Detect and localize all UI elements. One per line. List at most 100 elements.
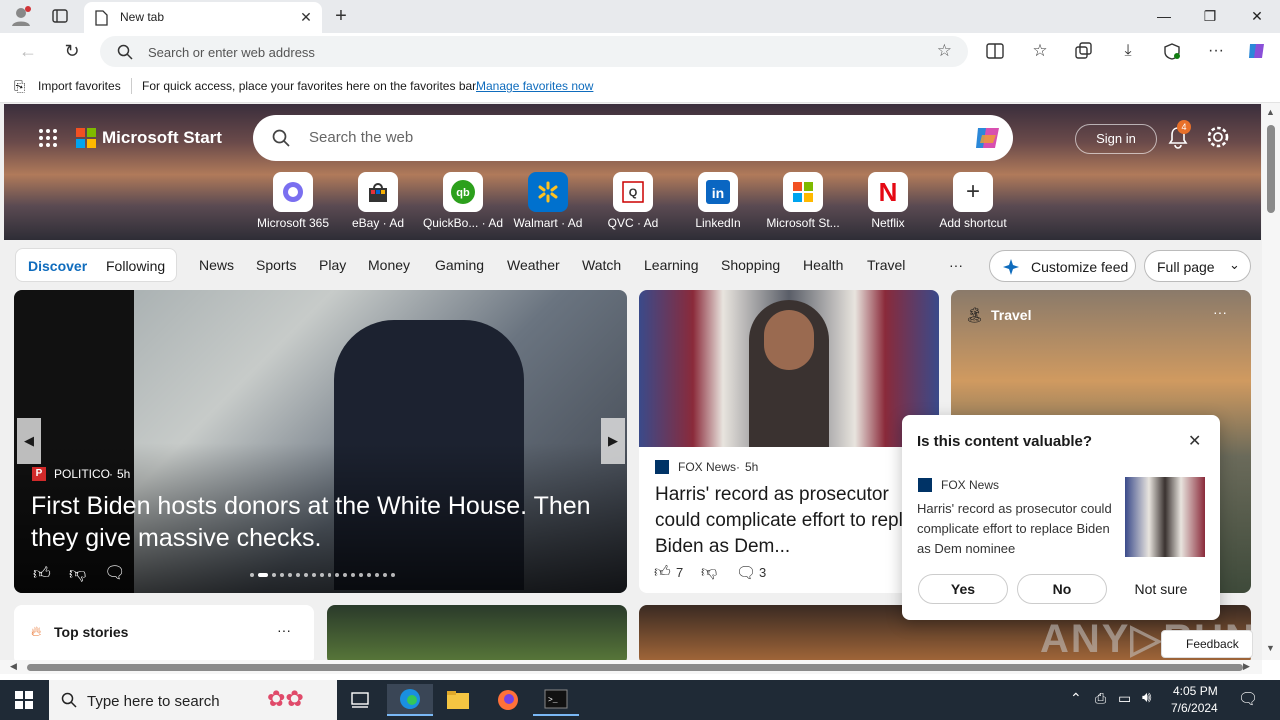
new-tab-button[interactable]: + <box>330 5 352 27</box>
carousel-dot[interactable] <box>295 573 300 577</box>
carousel-dot[interactable] <box>257 573 268 577</box>
tab-actions-icon[interactable] <box>50 6 72 26</box>
browser-essentials-icon[interactable] <box>1159 39 1185 63</box>
carousel-dot[interactable] <box>359 573 364 577</box>
carousel-dot[interactable] <box>279 573 284 577</box>
like-icon[interactable]: 👍︎ <box>654 563 671 582</box>
shortcut-microsoft-store[interactable]: Microsoft St... <box>761 172 845 230</box>
carousel-prev-button[interactable]: ◀ <box>17 418 41 464</box>
like-icon[interactable]: 👍︎ <box>33 563 51 584</box>
horizontal-scrollbar[interactable]: ◀ ▶ <box>0 660 1262 674</box>
carousel-dot[interactable] <box>311 573 316 577</box>
nav-item-shopping[interactable]: Shopping <box>721 257 780 273</box>
device-icon[interactable]: ⎙ <box>1095 690 1106 707</box>
nav-item-sports[interactable]: Sports <box>256 257 296 273</box>
carousel-dot[interactable] <box>303 573 308 577</box>
carousel-dot[interactable] <box>351 573 356 577</box>
app-launcher-icon[interactable] <box>38 128 58 151</box>
chevron-up-icon[interactable]: ⌃ <box>1070 690 1082 707</box>
volume-icon[interactable]: 🔊︎ <box>1142 689 1151 706</box>
split-screen-icon[interactable] <box>982 39 1008 63</box>
tab-discover[interactable]: Discover <box>28 258 87 274</box>
nav-item-play[interactable]: Play <box>319 257 346 273</box>
carousel-dot[interactable] <box>383 573 388 577</box>
refresh-button[interactable]: ↻ <box>59 39 85 63</box>
carousel-dot[interactable] <box>367 573 372 577</box>
yes-button[interactable]: Yes <box>918 574 1008 604</box>
carousel-dot[interactable] <box>271 573 276 577</box>
nav-item-travel[interactable]: Travel <box>867 257 905 273</box>
brand-title[interactable]: Microsoft Start <box>102 128 222 148</box>
profile-avatar[interactable] <box>8 4 34 28</box>
vertical-scrollbar[interactable]: ▲ ▼ <box>1262 103 1280 660</box>
dislike-icon[interactable]: 👎︎ <box>69 563 86 584</box>
add-shortcut-button[interactable]: + Add shortcut <box>931 172 1015 230</box>
carousel-dot[interactable] <box>391 573 396 577</box>
travel-more-button[interactable]: ··· <box>1213 304 1227 320</box>
network-icon[interactable]: ▭ <box>1118 690 1131 707</box>
lead-story-card[interactable]: ◀ ▶ P POLITICO · 5h First Biden hosts do… <box>14 290 627 593</box>
settings-gear-icon[interactable] <box>1206 125 1230 152</box>
carousel-dot[interactable] <box>250 573 254 577</box>
nav-item-health[interactable]: Health <box>803 257 843 273</box>
clock-time[interactable]: 4:05 PM <box>1173 684 1218 698</box>
nav-item-watch[interactable]: Watch <box>582 257 621 273</box>
feedback-button[interactable]: Feedback <box>1161 630 1253 658</box>
settings-more-icon[interactable]: ··· <box>1203 39 1229 63</box>
manage-favorites-link[interactable]: Manage favorites now <box>476 79 593 93</box>
copilot-icon[interactable] <box>972 123 1004 156</box>
nav-item-money[interactable]: Money <box>368 257 410 273</box>
favorite-star-icon[interactable]: ☆ <box>937 41 952 61</box>
carousel-dot[interactable] <box>319 573 324 577</box>
close-icon[interactable]: ✕ <box>1188 431 1201 451</box>
news-card-harris[interactable]: FOX News · 5h Harris' record as prosecut… <box>639 290 939 593</box>
shortcut-qvc[interactable]: Q QVC · Ad <box>591 172 675 230</box>
copilot-icon[interactable] <box>1244 39 1270 63</box>
layout-select[interactable]: Full page ⌄ <box>1144 250 1251 282</box>
nav-item-weather[interactable]: Weather <box>507 257 560 273</box>
top-stories-more-button[interactable]: ··· <box>277 622 291 638</box>
collections-icon[interactable] <box>1071 39 1097 63</box>
carousel-dot[interactable] <box>327 573 332 577</box>
nav-item-gaming[interactable]: Gaming <box>435 257 484 273</box>
comment-icon[interactable]: 🗨︎ <box>104 563 126 583</box>
notification-center-icon[interactable]: 🗨︎ <box>1238 689 1258 709</box>
nav-item-news[interactable]: News <box>199 257 234 273</box>
shortcut-ebay[interactable]: eBay · Ad <box>336 172 420 230</box>
downloads-icon[interactable]: ⤓ <box>1115 39 1141 63</box>
news-card-sports[interactable] <box>327 605 627 660</box>
close-tab-icon[interactable]: ✕ <box>296 7 316 27</box>
task-view-icon[interactable] <box>337 684 383 716</box>
horizontal-scroll-thumb[interactable] <box>27 664 1243 671</box>
web-search-box[interactable]: Search the web <box>253 115 1013 161</box>
customize-feed-button[interactable]: Customize feed <box>989 250 1136 282</box>
shortcut-netflix[interactable]: N Netflix <box>846 172 930 230</box>
nav-more-button[interactable]: ··· <box>949 257 963 273</box>
clock-date[interactable]: 7/6/2024 <box>1171 701 1218 715</box>
shortcut-microsoft365[interactable]: Microsoft 365 <box>251 172 335 230</box>
edge-taskbar-icon[interactable] <box>387 684 433 716</box>
vertical-scroll-thumb[interactable] <box>1267 125 1275 213</box>
no-button[interactable]: No <box>1017 574 1107 604</box>
not-sure-button[interactable]: Not sure <box>1116 574 1206 604</box>
comment-icon[interactable]: 🗨︎ <box>736 563 756 583</box>
tab-new-tab[interactable]: New tab ✕ <box>84 2 322 33</box>
file-explorer-icon[interactable] <box>435 684 481 716</box>
carousel-dot[interactable] <box>343 573 348 577</box>
terminal-icon[interactable]: >_ <box>533 684 579 716</box>
back-button[interactable]: ← <box>15 39 41 63</box>
dislike-icon[interactable]: 👎︎ <box>701 563 717 582</box>
taskbar-search[interactable]: Type here to search ✿✿ <box>49 680 337 720</box>
nav-item-learning[interactable]: Learning <box>644 257 699 273</box>
tab-following[interactable]: Following <box>106 258 165 274</box>
shortcut-linkedin[interactable]: in LinkedIn <box>676 172 760 230</box>
sign-in-button[interactable]: Sign in <box>1075 124 1157 154</box>
favorites-icon[interactable]: ☆ <box>1027 39 1053 63</box>
minimize-button[interactable]: — <box>1141 0 1187 32</box>
carousel-next-button[interactable]: ▶ <box>601 418 625 464</box>
firefox-icon[interactable] <box>485 684 531 716</box>
restore-button[interactable]: ❐ <box>1187 0 1233 32</box>
start-button[interactable] <box>1 684 47 716</box>
import-favorites-button[interactable]: Import favorites <box>38 79 121 93</box>
address-bar[interactable]: Search or enter web address ☆ <box>100 36 968 67</box>
